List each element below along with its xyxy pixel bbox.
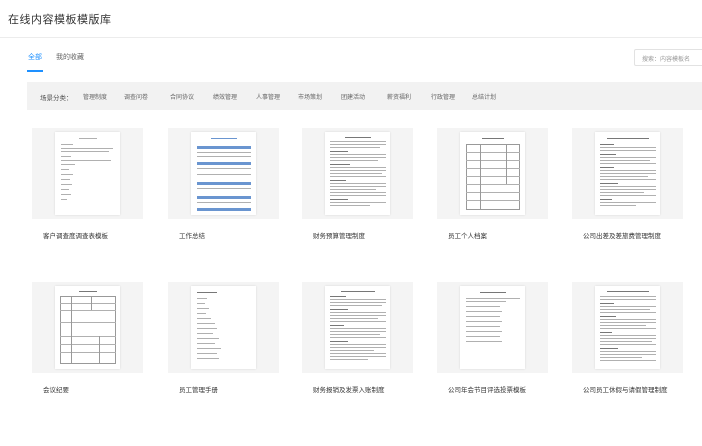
document-preview-icon (595, 286, 660, 369)
active-tab-indicator (27, 70, 43, 72)
card-thumbnail (437, 282, 548, 373)
filter-item[interactable]: 调查问卷 (124, 92, 148, 101)
card-title: 公司员工休假与请假管理制度 (583, 386, 668, 394)
document-preview-icon (325, 132, 390, 215)
card-thumbnail (572, 282, 683, 373)
card-thumbnail (302, 282, 413, 373)
template-card[interactable]: 员工管理手册 (168, 282, 279, 403)
template-card[interactable]: 客户调查度调查表模板 (32, 128, 143, 249)
document-preview-icon (55, 286, 120, 369)
template-card[interactable]: 会议纪要 (32, 282, 143, 403)
card-title: 工作总结 (179, 232, 205, 240)
filter-item[interactable]: 薪资福利 (387, 92, 411, 101)
title-bar: 在线内容模板模版库 (0, 0, 702, 38)
filter-item[interactable]: 团建活动 (341, 92, 365, 101)
filter-item[interactable]: 总结计划 (472, 92, 496, 101)
tab-bar: 全部 我的收藏 搜索：内容模板名 (0, 38, 702, 82)
template-card[interactable]: 公司员工休假与请假管理制度 (572, 282, 683, 403)
card-thumbnail (572, 128, 683, 219)
document-preview-icon (460, 286, 525, 369)
card-thumbnail (32, 128, 143, 219)
template-card[interactable]: 财务预算管理制度 (302, 128, 413, 249)
card-title: 公司出差及差旅费管理制度 (583, 232, 661, 240)
document-preview-icon (191, 286, 256, 369)
card-title: 客户调查度调查表模板 (43, 232, 108, 240)
filter-item[interactable]: 管理制度 (83, 92, 107, 101)
card-title: 员工管理手册 (179, 386, 218, 394)
page-title: 在线内容模板模版库 (8, 13, 112, 26)
card-title: 员工个人档案 (448, 232, 487, 240)
card-title: 会议纪要 (43, 386, 69, 394)
tab-all[interactable]: 全部 (28, 52, 42, 62)
card-thumbnail (168, 128, 279, 219)
filter-item[interactable]: 合同协议 (170, 92, 194, 101)
template-card[interactable]: 工作总结 (168, 128, 279, 249)
template-card[interactable]: 财务报销及发票入账制度 (302, 282, 413, 403)
tab-favorites[interactable]: 我的收藏 (56, 52, 84, 62)
filter-item[interactable]: 市场策划 (298, 92, 322, 101)
card-thumbnail (168, 282, 279, 373)
card-thumbnail (32, 282, 143, 373)
document-preview-icon (55, 132, 120, 215)
document-preview-icon (595, 132, 660, 215)
card-thumbnail (437, 128, 548, 219)
category-filter-bar: 场景分类： 管理制度 调查问卷 合同协议 绩效管理 人事管理 市场策划 团建活动… (27, 82, 702, 110)
search-input[interactable]: 搜索：内容模板名 (634, 49, 702, 66)
filter-label: 场景分类： (40, 94, 73, 102)
card-thumbnail (302, 128, 413, 219)
template-card[interactable]: 公司年会节目评选投票模板 (437, 282, 548, 403)
card-title: 财务报销及发票入账制度 (313, 386, 385, 394)
document-preview-icon (191, 132, 256, 215)
card-title: 公司年会节目评选投票模板 (448, 386, 526, 394)
filter-item[interactable]: 行政管理 (431, 92, 455, 101)
document-preview-icon (460, 132, 525, 215)
filter-item[interactable]: 绩效管理 (213, 92, 237, 101)
filter-item[interactable]: 人事管理 (256, 92, 280, 101)
template-card[interactable]: 公司出差及差旅费管理制度 (572, 128, 683, 249)
template-card[interactable]: 员工个人档案 (437, 128, 548, 249)
document-preview-icon (325, 286, 390, 369)
card-title: 财务预算管理制度 (313, 232, 365, 240)
